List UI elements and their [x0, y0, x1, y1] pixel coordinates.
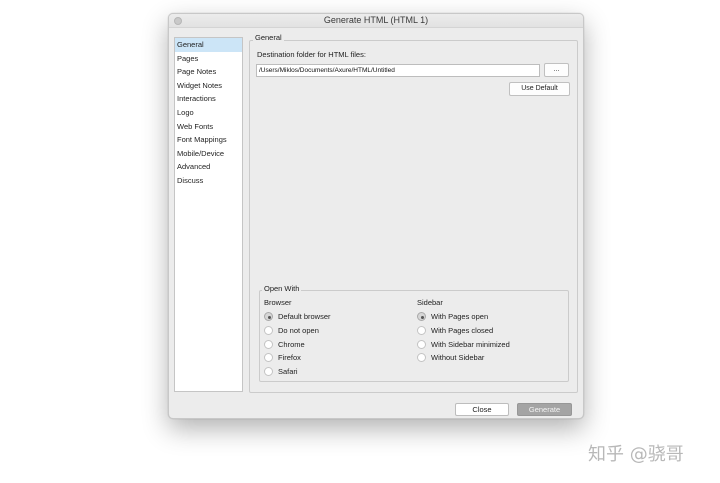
sidebar-item-pages[interactable]: Pages — [175, 52, 242, 66]
general-group-label: General — [253, 33, 284, 42]
radio-label: Chrome — [278, 340, 305, 349]
destination-label: Destination folder for HTML files: — [257, 50, 366, 59]
radio-do-not-open[interactable]: Do not open — [264, 325, 319, 336]
window-title: Generate HTML (HTML 1) — [323, 15, 429, 25]
sidebar-item-interactions[interactable]: Interactions — [175, 92, 242, 106]
destination-folder-input[interactable]: /Users/Miklos/Documents/Axure/HTML/Untit… — [256, 64, 540, 77]
radio-with-pages-closed[interactable]: With Pages closed — [417, 325, 493, 336]
sidebar-heading: Sidebar — [417, 298, 443, 307]
radio-safari[interactable]: Safari — [264, 366, 298, 377]
sidebar-item-general[interactable]: General — [175, 38, 242, 52]
sidebar-item-widget-notes[interactable]: Widget Notes — [175, 79, 242, 93]
radio-default-browser[interactable]: Default browser — [264, 311, 331, 322]
radio-icon[interactable] — [264, 353, 273, 362]
sidebar-item-advanced[interactable]: Advanced — [175, 160, 242, 174]
open-with-label: Open With — [262, 284, 302, 293]
radio-icon[interactable] — [417, 340, 426, 349]
radio-firefox[interactable]: Firefox — [264, 352, 301, 363]
radio-checked-icon[interactable] — [264, 312, 273, 321]
generate-button[interactable]: Generate — [517, 403, 572, 416]
radio-icon[interactable] — [417, 326, 426, 335]
screen: Generate HTML (HTML 1) General Pages Pag… — [0, 0, 720, 483]
radio-label: Safari — [278, 367, 298, 376]
radio-label: With Sidebar minimized — [431, 340, 510, 349]
browse-button[interactable]: ... — [544, 63, 569, 77]
radio-chrome[interactable]: Chrome — [264, 339, 305, 350]
title-bar: Generate HTML (HTML 1) — [169, 14, 583, 28]
radio-icon[interactable] — [417, 353, 426, 362]
radio-label: With Pages open — [431, 312, 489, 321]
sidebar-item-web-fonts[interactable]: Web Fonts — [175, 120, 242, 134]
sidebar-item-discuss[interactable]: Discuss — [175, 174, 242, 188]
sidebar-item-logo[interactable]: Logo — [175, 106, 242, 120]
radio-label: With Pages closed — [431, 326, 494, 335]
generate-html-dialog: Generate HTML (HTML 1) General Pages Pag… — [168, 13, 584, 419]
radio-label: Firefox — [278, 353, 301, 362]
sidebar-item-mobile-device[interactable]: Mobile/Device — [175, 147, 242, 161]
watermark: 知乎 @骁哥 — [588, 444, 684, 465]
open-with-group — [259, 290, 569, 382]
settings-sidebar: General Pages Page Notes Widget Notes In… — [174, 37, 243, 392]
radio-icon[interactable] — [264, 367, 273, 376]
browser-heading: Browser — [264, 298, 292, 307]
close-button[interactable]: Close — [455, 403, 509, 416]
radio-with-sidebar-minimized[interactable]: With Sidebar minimized — [417, 339, 510, 350]
radio-icon[interactable] — [264, 340, 273, 349]
sidebar-item-font-mappings[interactable]: Font Mappings — [175, 133, 242, 147]
radio-without-sidebar[interactable]: Without Sidebar — [417, 352, 484, 363]
radio-icon[interactable] — [264, 326, 273, 335]
sidebar-item-page-notes[interactable]: Page Notes — [175, 65, 242, 79]
radio-label: Do not open — [278, 326, 319, 335]
use-default-button[interactable]: Use Default — [509, 82, 570, 96]
radio-with-pages-open[interactable]: With Pages open — [417, 311, 488, 322]
radio-label: Default browser — [278, 312, 331, 321]
radio-checked-icon[interactable] — [417, 312, 426, 321]
radio-label: Without Sidebar — [431, 353, 485, 362]
